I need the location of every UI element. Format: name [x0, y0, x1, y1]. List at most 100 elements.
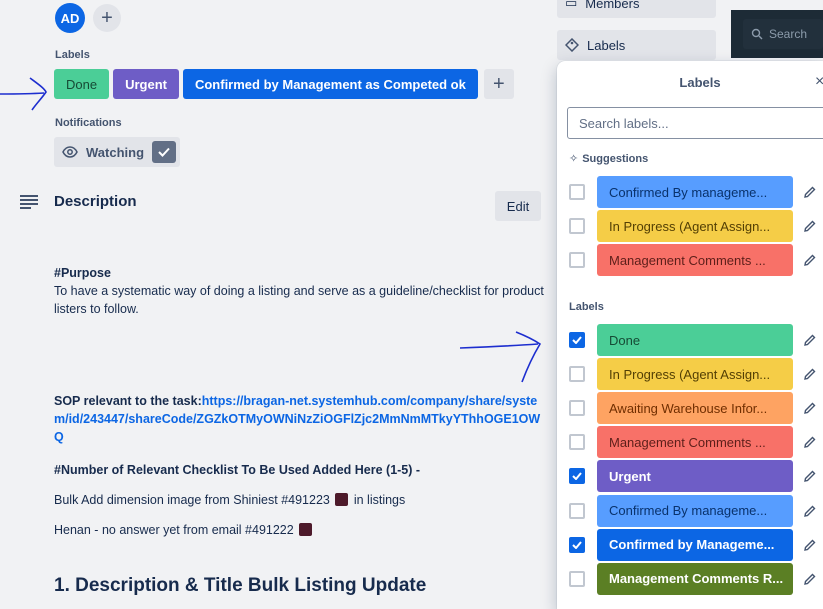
- label-checkbox[interactable]: [569, 536, 585, 553]
- label-chip-urgent[interactable]: Urgent: [113, 69, 179, 99]
- search-labels-input[interactable]: [567, 107, 823, 139]
- watching-checkbox[interactable]: [152, 141, 177, 163]
- pencil-icon[interactable]: [803, 538, 817, 552]
- label-row[interactable]: Management Comments ...: [569, 244, 817, 277]
- checklist-item-text: Bulk Add dimension image from Shiniest #…: [54, 493, 330, 507]
- card-detail-page: AD + Labels Done Urgent Confirmed by Man…: [0, 0, 823, 609]
- label-chip-confirmed[interactable]: Confirmed by Management as Competed ok: [182, 69, 478, 99]
- label-row[interactable]: In Progress (Agent Assign...: [569, 358, 817, 391]
- checklist-heading: #Number of Relevant Checklist To Be Used…: [54, 463, 421, 477]
- label-bar[interactable]: Management Comments ...: [597, 244, 793, 277]
- purpose-heading: #Purpose: [54, 266, 111, 280]
- section-heading: 1. Description & Title Bulk Listing Upda…: [54, 575, 427, 596]
- pencil-icon[interactable]: [803, 401, 817, 415]
- checklist-item: Bulk Add dimension image from Shiniest #…: [54, 491, 544, 509]
- description-icon: [20, 194, 38, 209]
- label-checkbox[interactable]: [569, 570, 585, 587]
- watching-label: Watching: [86, 144, 145, 160]
- label-checkbox[interactable]: [569, 366, 585, 383]
- label-bar[interactable]: In Progress (Agent Assign...: [597, 210, 793, 243]
- labels-popover: Labels × ✧ Suggestions Confirmed By mana…: [557, 61, 823, 609]
- label-bar[interactable]: Done: [597, 324, 793, 356]
- notifications-heading: Notifications: [55, 117, 122, 129]
- add-label-button[interactable]: +: [483, 69, 514, 99]
- top-search-area: Search: [731, 10, 823, 58]
- label-bar[interactable]: Management Comments ...: [597, 426, 793, 459]
- label-bar[interactable]: Confirmed by Manageme...: [597, 528, 793, 561]
- label-row[interactable]: Management Comments R...: [569, 562, 817, 595]
- add-member-button[interactable]: +: [93, 4, 121, 32]
- labels-button[interactable]: Labels: [557, 30, 716, 60]
- tag-icon: [565, 38, 579, 52]
- label-checkbox[interactable]: [569, 434, 585, 451]
- label-row[interactable]: Confirmed By manageme...: [569, 494, 817, 527]
- label-bar[interactable]: Management Comments R...: [597, 562, 793, 595]
- checklist-item-suffix: in listings: [353, 493, 406, 507]
- description-header: Description: [20, 193, 137, 210]
- pencil-icon[interactable]: [803, 367, 817, 381]
- description-title: Description: [54, 193, 137, 210]
- suggestions-heading: ✧ Suggestions: [569, 152, 649, 166]
- color-swatch: [299, 523, 313, 536]
- label-bar[interactable]: Urgent: [597, 460, 793, 493]
- label-checkbox[interactable]: [569, 468, 585, 485]
- label-checkbox[interactable]: [569, 400, 585, 417]
- pencil-icon[interactable]: [803, 469, 817, 483]
- sparkle-icon: ✧: [569, 153, 579, 165]
- label-row[interactable]: Confirmed By manageme...: [569, 176, 817, 208]
- label-checkbox[interactable]: [569, 332, 585, 348]
- close-icon[interactable]: ×: [815, 73, 823, 91]
- label-bar[interactable]: Confirmed By manageme...: [597, 494, 793, 527]
- labels-subheading: Labels: [569, 301, 604, 313]
- check-icon: [572, 472, 582, 481]
- members-row: AD +: [55, 3, 121, 33]
- purpose-block: #Purpose To have a systematic way of doi…: [54, 264, 544, 318]
- label-checkbox[interactable]: [569, 252, 585, 269]
- pencil-icon[interactable]: [803, 504, 817, 518]
- pencil-icon[interactable]: [803, 185, 817, 199]
- sop-block: SOP relevant to the task:https://bragan-…: [54, 392, 544, 446]
- eye-icon: [62, 146, 78, 158]
- card-main-column: AD + Labels Done Urgent Confirmed by Man…: [0, 0, 555, 609]
- watch-button[interactable]: Watching: [54, 137, 181, 167]
- label-checkbox[interactable]: [569, 218, 585, 235]
- label-row[interactable]: Awaiting Warehouse Infor...: [569, 392, 817, 425]
- purpose-text: To have a systematic way of doing a list…: [54, 284, 544, 316]
- label-bar[interactable]: Confirmed By manageme...: [597, 176, 793, 208]
- label-checkbox[interactable]: [569, 184, 585, 200]
- label-row[interactable]: Urgent: [569, 460, 817, 493]
- check-icon: [158, 147, 170, 157]
- annotation-arrow-right: [460, 331, 542, 383]
- pencil-icon[interactable]: [803, 435, 817, 449]
- labels-heading: Labels: [55, 49, 90, 61]
- label-bar[interactable]: In Progress (Agent Assign...: [597, 358, 793, 391]
- avatar[interactable]: AD: [55, 3, 85, 33]
- checklist-item: Henan - no answer yet from email #491222: [54, 521, 544, 539]
- members-icon: ▭: [565, 0, 578, 10]
- annotation-arrow-left: [0, 77, 47, 111]
- applied-labels: Done Urgent Confirmed by Management as C…: [54, 69, 514, 99]
- sop-label: SOP relevant to the task:: [54, 394, 202, 408]
- pencil-icon[interactable]: [803, 333, 817, 347]
- label-row[interactable]: Done: [569, 324, 817, 356]
- checklist-item-text: Henan - no answer yet from email #491222: [54, 523, 294, 537]
- top-search-input[interactable]: Search: [743, 19, 823, 49]
- check-icon: [572, 540, 582, 549]
- plus-icon: +: [101, 6, 113, 29]
- label-row[interactable]: In Progress (Agent Assign...: [569, 210, 817, 243]
- pencil-icon[interactable]: [803, 572, 817, 586]
- color-swatch: [335, 493, 349, 506]
- pencil-icon[interactable]: [803, 253, 817, 267]
- members-button[interactable]: ▭ Members: [557, 0, 716, 18]
- popover-title: Labels: [679, 75, 721, 90]
- label-row[interactable]: Confirmed by Manageme...: [569, 528, 817, 561]
- edit-description-button[interactable]: Edit: [495, 191, 541, 221]
- plus-icon: +: [493, 72, 505, 95]
- label-row[interactable]: Management Comments ...: [569, 426, 817, 459]
- pencil-icon[interactable]: [803, 219, 817, 233]
- check-icon: [572, 336, 582, 344]
- label-chip-done[interactable]: Done: [54, 69, 110, 99]
- search-icon: [751, 28, 763, 40]
- label-bar[interactable]: Awaiting Warehouse Infor...: [597, 392, 793, 425]
- label-checkbox[interactable]: [569, 502, 585, 519]
